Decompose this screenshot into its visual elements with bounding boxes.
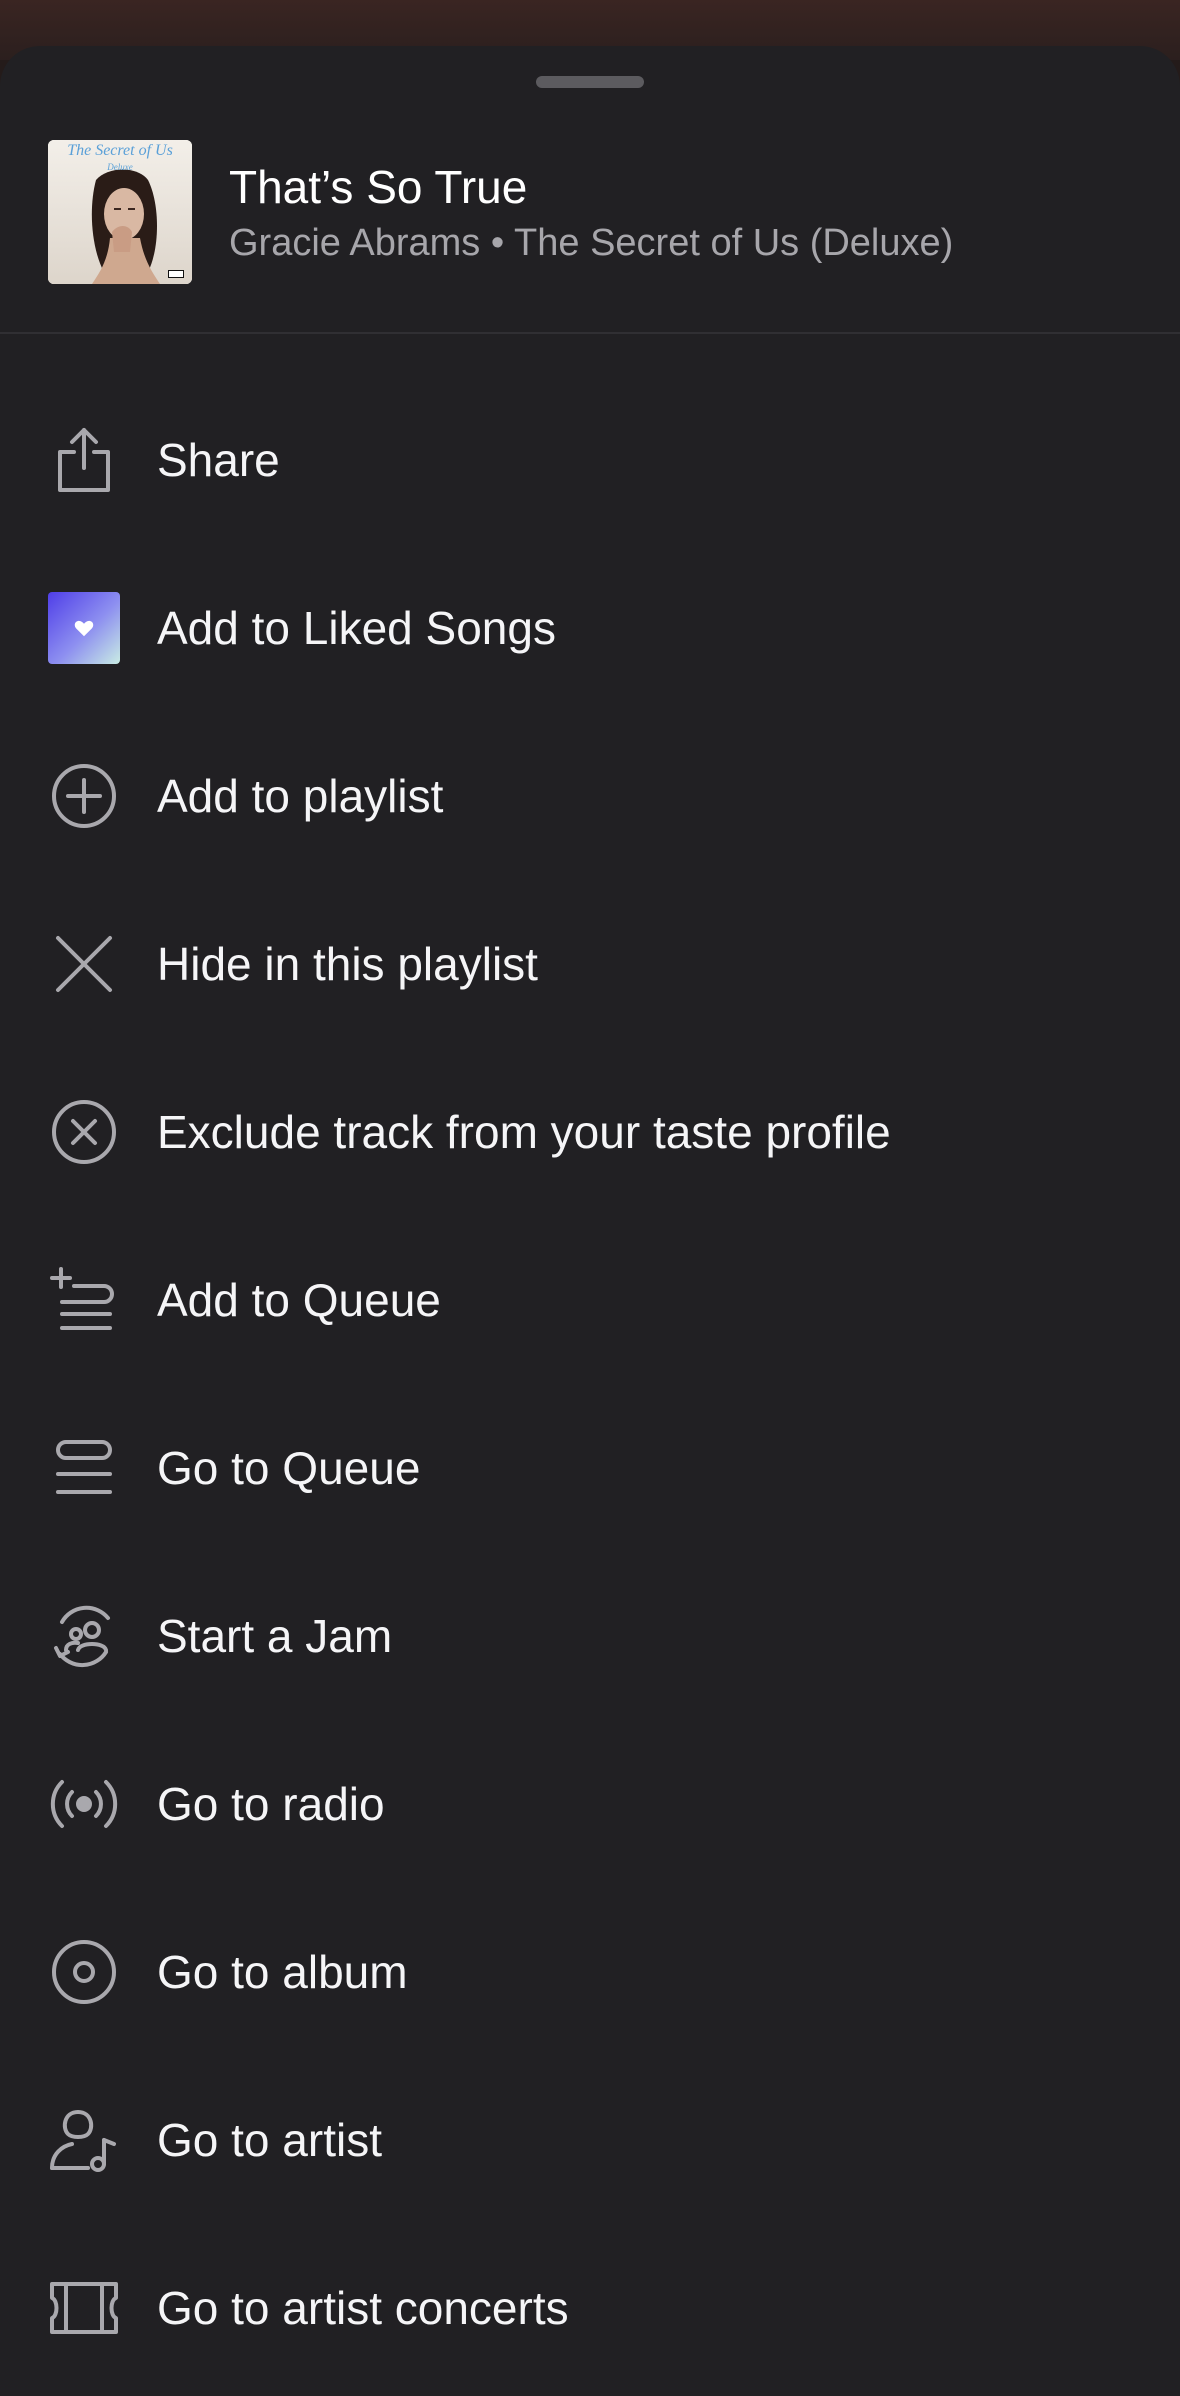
menu-label: Add to Liked Songs: [157, 602, 556, 654]
liked-songs-icon: [48, 592, 120, 664]
menu-item-go-to-album[interactable]: Go to album: [0, 1888, 1180, 2056]
track-header: The Secret of Us Deluxe That’s So True G…: [0, 140, 1180, 334]
menu-item-add-to-liked-songs[interactable]: Add to Liked Songs: [0, 544, 1180, 712]
menu-label: Add to Queue: [157, 1274, 441, 1326]
menu-item-go-to-radio[interactable]: Go to radio: [0, 1720, 1180, 1888]
menu-item-hide-in-playlist[interactable]: Hide in this playlist: [0, 880, 1180, 1048]
plus-circle-icon: [48, 760, 120, 832]
jam-icon: [48, 1600, 120, 1672]
menu-item-go-to-artist-concerts[interactable]: Go to artist concerts: [0, 2224, 1180, 2392]
album-cover: The Secret of Us Deluxe: [48, 140, 192, 284]
menu-item-add-to-playlist[interactable]: Add to playlist: [0, 712, 1180, 880]
menu-label: Hide in this playlist: [157, 938, 538, 990]
menu-label: Share: [157, 434, 280, 486]
share-icon: [48, 424, 120, 496]
menu-item-start-a-jam[interactable]: Start a Jam: [0, 1552, 1180, 1720]
menu-item-exclude-from-taste-profile[interactable]: Exclude track from your taste profile: [0, 1048, 1180, 1216]
track-title: That’s So True: [229, 161, 528, 213]
menu-label: Exclude track from your taste profile: [157, 1106, 891, 1158]
queue-icon: [48, 1432, 120, 1504]
menu-label: Go to artist: [157, 2114, 382, 2166]
menu-label: Add to playlist: [157, 770, 444, 822]
artist-icon: [48, 2104, 120, 2176]
ticket-icon: [48, 2272, 120, 2344]
drag-handle[interactable]: [536, 76, 644, 88]
menu-item-add-to-queue[interactable]: Add to Queue: [0, 1216, 1180, 1384]
menu-label: Start a Jam: [157, 1610, 393, 1662]
radio-icon: [48, 1768, 120, 1840]
track-subtitle: Gracie Abrams • The Secret of Us (Deluxe…: [229, 222, 954, 264]
context-menu: Share Add to Liked Songs Add to playlist…: [0, 376, 1180, 2392]
menu-label: Go to album: [157, 1946, 408, 1998]
menu-item-share[interactable]: Share: [0, 376, 1180, 544]
context-menu-sheet: The Secret of Us Deluxe That’s So True G…: [0, 46, 1180, 2396]
menu-item-go-to-queue[interactable]: Go to Queue: [0, 1384, 1180, 1552]
add-to-queue-icon: [48, 1264, 120, 1336]
cover-title-text: The Secret of Us: [67, 142, 173, 159]
cover-subtitle-text: Deluxe: [107, 162, 133, 172]
menu-label: Go to Queue: [157, 1442, 421, 1494]
menu-item-go-to-artist[interactable]: Go to artist: [0, 2056, 1180, 2224]
liked-songs-tile: [48, 592, 120, 664]
exclude-circle-icon: [48, 1096, 120, 1168]
menu-label: Go to artist concerts: [157, 2282, 569, 2334]
album-icon: [48, 1936, 120, 2008]
menu-label: Go to radio: [157, 1778, 385, 1830]
close-icon: [48, 928, 120, 1000]
